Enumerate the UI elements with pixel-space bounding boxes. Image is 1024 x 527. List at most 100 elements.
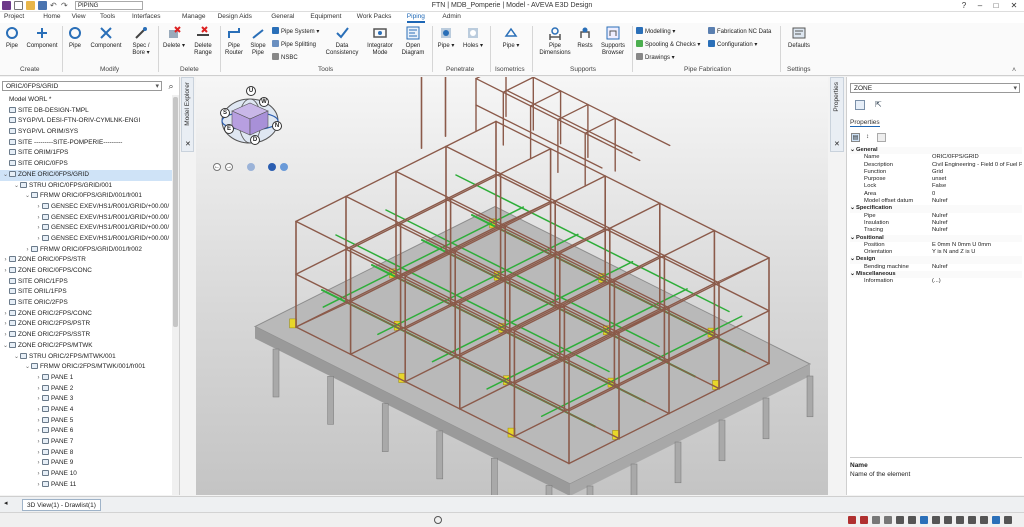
tree-node[interactable]: › PANE 11 — [0, 480, 172, 491]
tab-equipment[interactable]: Equipment — [310, 13, 341, 20]
delete-range-button[interactable]: Delete Range — [190, 25, 216, 57]
tree-node[interactable]: › PANE 7 — [0, 437, 172, 448]
tab-design-aids[interactable]: Design Aids — [218, 13, 252, 20]
tree-node[interactable]: ⌄ STRU ORIC/0FPS/GRID/001 — [0, 181, 172, 192]
expand-arrow-icon[interactable]: › — [35, 480, 42, 491]
expand-arrow-icon[interactable]: › — [35, 448, 42, 459]
tree-node[interactable]: SITE ORIC/0FPS — [0, 159, 172, 170]
chat-icon[interactable] — [434, 516, 442, 524]
tree-node[interactable]: › PANE 10 — [0, 469, 172, 480]
expand-arrow-icon[interactable]: › — [35, 458, 42, 469]
search-icon[interactable]: ⌕ — [165, 80, 177, 92]
tree-node[interactable]: SITE ---------SITE-POMPERIE--------- — [0, 138, 172, 149]
create-pipe-button[interactable]: Pipe — [3, 25, 21, 50]
slope-pipe-button[interactable]: Slope Pipe — [248, 25, 268, 57]
tree-node[interactable]: › FRMW ORIC/0FPS/GRID/001/fr002 — [0, 245, 172, 256]
property-value[interactable]: unset — [932, 176, 1022, 183]
expand-arrow-icon[interactable]: › — [35, 223, 42, 234]
expand-arrow-icon[interactable]: › — [35, 405, 42, 416]
view-cube-w[interactable]: W — [259, 97, 269, 107]
property-row[interactable]: Description Civil Engineering - Field 0 o… — [850, 162, 1022, 169]
property-value[interactable]: ORIC/0FPS/GRID — [932, 154, 1022, 161]
property-value[interactable]: Nulref — [932, 213, 1022, 220]
close-icon[interactable]: ✕ — [834, 140, 840, 148]
tree-node[interactable]: › PANE 8 — [0, 448, 172, 459]
status-icon[interactable] — [944, 516, 952, 524]
nsbc-button[interactable]: NSBC — [272, 53, 298, 61]
status-icon[interactable] — [1004, 516, 1012, 524]
tree-node[interactable]: › GENSEC EXEV/HS1/R001/GRID/+00.00/ — [0, 202, 172, 213]
tree-node[interactable]: SITE ORIM/1FPS — [0, 148, 172, 159]
penetrate-pipe-button[interactable]: Pipe ▾ — [436, 25, 456, 50]
property-value[interactable]: Grid — [932, 169, 1022, 176]
explorer-element-combo[interactable]: ORIC/0FPS/GRID — [2, 81, 162, 91]
model-explorer-side-tab[interactable]: Model Explorer ✕ — [181, 77, 194, 152]
property-value[interactable]: False — [932, 183, 1022, 190]
close-icon[interactable]: ✕ — [185, 140, 191, 148]
data-consistency-button[interactable]: Data Consistency — [322, 25, 362, 57]
tree-node[interactable]: SYGP/VL DESI-FTN-ORIV-CYMLNK-ENGI — [0, 116, 172, 127]
property-pages-icon[interactable] — [877, 133, 886, 142]
expand-arrow-icon[interactable]: ⌄ — [2, 341, 9, 352]
properties-side-tab[interactable]: Properties ✕ — [830, 77, 844, 152]
view-cube-u[interactable]: U — [246, 86, 256, 96]
property-value[interactable]: Nulref — [932, 220, 1022, 227]
property-row[interactable]: Information (...) — [850, 278, 1022, 285]
collapse-arrow-icon[interactable]: ⌄ — [850, 205, 855, 212]
tree-node[interactable]: › GENSEC EXEV/HS1/R001/GRID/+00.00/ — [0, 213, 172, 224]
status-icon[interactable] — [932, 516, 940, 524]
tree-node[interactable]: › PANE 6 — [0, 426, 172, 437]
expand-arrow-icon[interactable]: › — [35, 373, 42, 384]
tree-node[interactable]: ⌄ ZONE ORIC/0FPS/GRID — [0, 169, 172, 181]
view-home-icon[interactable] — [247, 163, 255, 171]
property-category[interactable]: ⌄ General — [850, 147, 1022, 155]
status-icon[interactable] — [992, 516, 1000, 524]
supports-browser-button[interactable]: Supports Browser — [598, 25, 628, 57]
expand-arrow-icon[interactable]: ⌄ — [24, 362, 31, 373]
tab-manage[interactable]: Manage — [182, 13, 206, 20]
maximize-button[interactable]: □ — [988, 0, 1004, 12]
expand-arrow-icon[interactable]: › — [2, 266, 9, 277]
expand-arrow-icon[interactable]: › — [35, 416, 42, 427]
tree-node[interactable]: › PANE 4 — [0, 405, 172, 416]
tree-node[interactable]: SITE ORIC/1FPS — [0, 277, 172, 288]
tree-node[interactable]: SITE ORIL/1FPS — [0, 287, 172, 298]
pipe-dimensions-button[interactable]: Pipe Dimensions — [536, 25, 574, 57]
tree-node[interactable]: SITE DB-DESIGN-TMPL — [0, 106, 172, 117]
view-cube-s[interactable]: S — [220, 108, 230, 118]
properties-element-combo[interactable]: ZONE — [850, 83, 1020, 93]
tree-node[interactable]: › PANE 5 — [0, 416, 172, 427]
minimize-button[interactable]: – — [972, 0, 988, 12]
expand-arrow-icon[interactable]: › — [35, 234, 42, 245]
property-row[interactable]: Area 0 — [850, 191, 1022, 198]
tree-node[interactable]: › PANE 9 — [0, 458, 172, 469]
collapse-arrow-icon[interactable]: ⌄ — [850, 235, 855, 242]
property-category[interactable]: ⌄ Miscellaneous — [850, 271, 1022, 279]
pick-icon[interactable]: ⇱ — [875, 100, 885, 110]
drawings-button[interactable]: Drawings ▾ — [636, 53, 675, 61]
collapse-arrow-icon[interactable]: ⌄ — [850, 147, 855, 154]
status-icon[interactable] — [872, 516, 880, 524]
expand-arrow-icon[interactable]: ⌄ — [24, 191, 31, 202]
rests-button[interactable]: Rests — [575, 25, 595, 50]
expand-arrow-icon[interactable]: › — [35, 426, 42, 437]
isometrics-pipe-button[interactable]: Pipe ▾ — [500, 25, 522, 50]
tab-3d-view[interactable]: 3D View(1) - Drawlist(1) — [22, 499, 101, 511]
property-value[interactable]: (...) — [932, 278, 1022, 285]
modify-pipe-button[interactable]: Pipe — [66, 25, 84, 50]
view-forward-icon[interactable]: → — [225, 163, 233, 171]
tab-view[interactable]: View — [72, 13, 86, 20]
status-icon[interactable] — [860, 516, 868, 524]
pipe-splitting-button[interactable]: Pipe Splitting — [272, 40, 316, 48]
expand-arrow-icon[interactable]: › — [2, 319, 9, 330]
tree-node[interactable]: › PANE 3 — [0, 394, 172, 405]
collapse-ribbon-icon[interactable]: ˄ — [1012, 67, 1016, 74]
expand-arrow-icon[interactable]: › — [35, 213, 42, 224]
categorized-icon[interactable]: ▤ — [851, 133, 860, 142]
tab-scroll-left-icon[interactable]: ◂ — [4, 499, 8, 507]
spec-bore-button[interactable]: Spec / Bore ▾ — [128, 25, 154, 57]
open-diagram-button[interactable]: Open Diagram — [398, 25, 428, 57]
holes-button[interactable]: Holes ▾ — [462, 25, 484, 50]
tree-node[interactable]: › ZONE ORIC/2FPS/SSTR — [0, 330, 172, 341]
expand-arrow-icon[interactable]: ⌄ — [2, 170, 9, 181]
